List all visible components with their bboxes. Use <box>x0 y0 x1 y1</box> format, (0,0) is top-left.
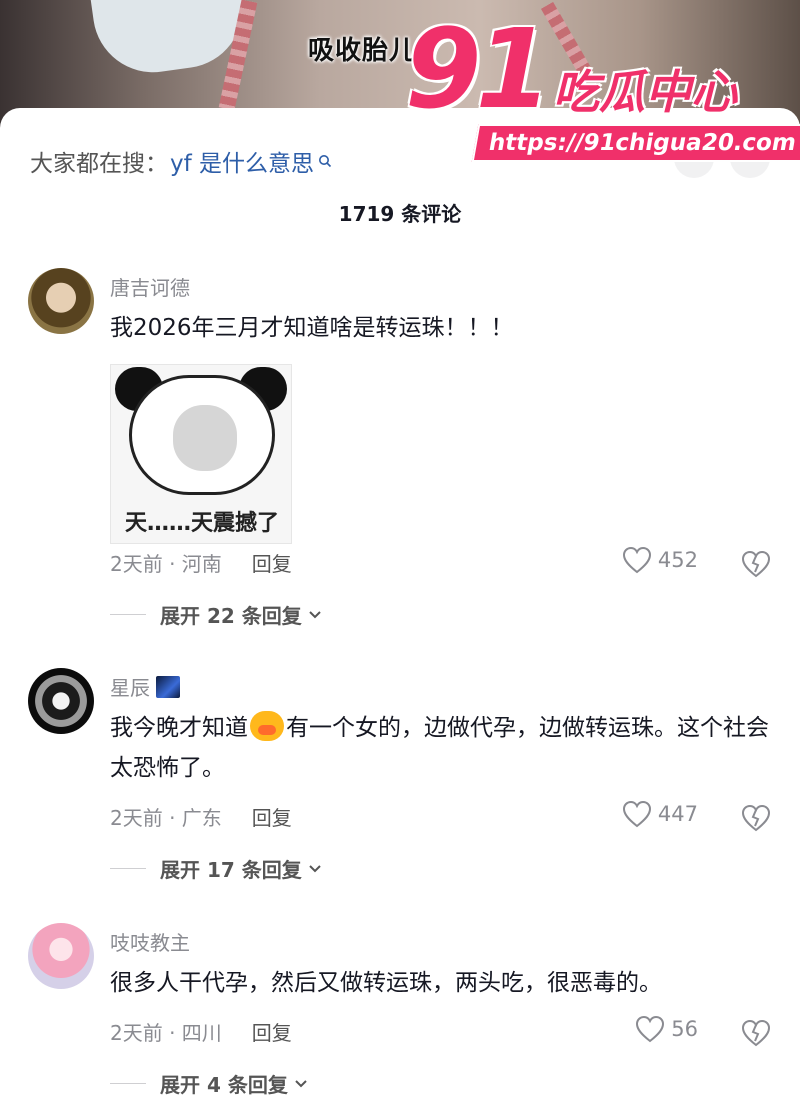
expand-replies-label: 展开 4 条回复 <box>160 1073 288 1097</box>
emoji-icon <box>250 711 284 741</box>
avatar[interactable] <box>28 668 94 734</box>
expand-replies-button[interactable]: 展开 4 条回复 <box>110 1069 308 1098</box>
site-watermark: 91 吃瓜中心 https://91chigua20.com <box>405 5 800 174</box>
search-icon <box>319 155 332 168</box>
comment-text: 很多人干代孕，然后又做转运珠，两头吃，很恶毒的。 <box>110 970 662 996</box>
heart-icon <box>622 546 651 574</box>
comment-time-location: 2天前 · 广东 <box>110 806 222 830</box>
watermark-url: https://91chigua20.com <box>471 124 800 162</box>
expand-replies-label: 展开 17 条回复 <box>160 858 302 882</box>
username-text: 唐吉诃德 <box>110 276 190 300</box>
comment-text: 我2026年三月才知道啥是转运珠！！！ <box>110 315 514 341</box>
divider-line <box>110 1083 146 1084</box>
like-count: 56 <box>671 1017 698 1041</box>
comment-count: 1719 条评论 <box>338 202 462 226</box>
expand-replies-button[interactable]: 展开 22 条回复 <box>110 600 322 629</box>
search-suggestion-query[interactable]: yf 是什么意思 <box>170 144 314 178</box>
comment-username[interactable]: 星辰 <box>110 672 180 701</box>
comment-text: 我今晚才知道 有一个女的，边做代孕，边做转运珠。这个社会太恐怖了。 <box>110 708 770 788</box>
username-text: 星辰 <box>110 676 150 700</box>
dislike-icon[interactable] <box>740 1017 772 1049</box>
divider-line <box>110 614 146 615</box>
search-suggestion[interactable]: 大家都在搜： yf 是什么意思 <box>30 144 332 178</box>
comment-meta: 2天前 · 河南 回复 <box>110 548 292 577</box>
avatar[interactable] <box>28 268 94 334</box>
reply-button[interactable]: 回复 <box>252 802 292 831</box>
dislike-icon[interactable] <box>740 548 772 580</box>
heart-icon <box>636 1015 665 1043</box>
comment-username[interactable]: 唐吉诃德 <box>110 272 190 301</box>
comment-username[interactable]: 吱吱教主 <box>110 927 190 956</box>
user-badge-icon <box>156 675 180 698</box>
divider-line <box>110 868 146 869</box>
sticker-caption: 天……天震撼了 <box>124 511 279 536</box>
comment-sheet: 大家都在搜： yf 是什么意思 1719 条评论 唐吉诃德 我2026年三月才知… <box>0 108 800 1113</box>
reply-button[interactable]: 回复 <box>252 1017 292 1046</box>
chevron-down-icon <box>309 864 321 872</box>
comment-meta: 2天前 · 广东 回复 <box>110 802 292 831</box>
comment-time-location: 2天前 · 四川 <box>110 1021 222 1045</box>
avatar[interactable] <box>28 923 94 989</box>
like-count: 447 <box>657 802 698 826</box>
watermark-name: 吃瓜中心 <box>553 65 737 119</box>
like-button[interactable]: 452 <box>622 546 698 574</box>
chevron-down-icon <box>309 610 321 618</box>
reply-button[interactable]: 回复 <box>252 548 292 577</box>
chevron-down-icon <box>295 1079 307 1087</box>
sticker-panda-face <box>173 405 237 471</box>
comment-time-location: 2天前 · 河南 <box>110 552 222 576</box>
search-suggestion-prefix: 大家都在搜： <box>30 151 168 177</box>
username-text: 吱吱教主 <box>110 931 190 955</box>
like-button[interactable]: 447 <box>622 800 698 828</box>
dislike-icon[interactable] <box>740 802 772 834</box>
watermark-logo: 91 <box>405 5 552 133</box>
like-count: 452 <box>657 548 698 572</box>
comment-sticker-image[interactable]: 天……天震撼了 <box>110 364 292 544</box>
like-button[interactable]: 56 <box>635 1015 698 1043</box>
expand-replies-button[interactable]: 展开 17 条回复 <box>110 854 322 883</box>
video-subtitle: 吸收胎儿 <box>308 36 417 66</box>
comment-text-part: 我今晚才知道 <box>110 715 248 741</box>
comment-meta: 2天前 · 四川 回复 <box>110 1017 292 1046</box>
expand-replies-label: 展开 22 条回复 <box>160 604 302 628</box>
heart-icon <box>622 800 651 828</box>
